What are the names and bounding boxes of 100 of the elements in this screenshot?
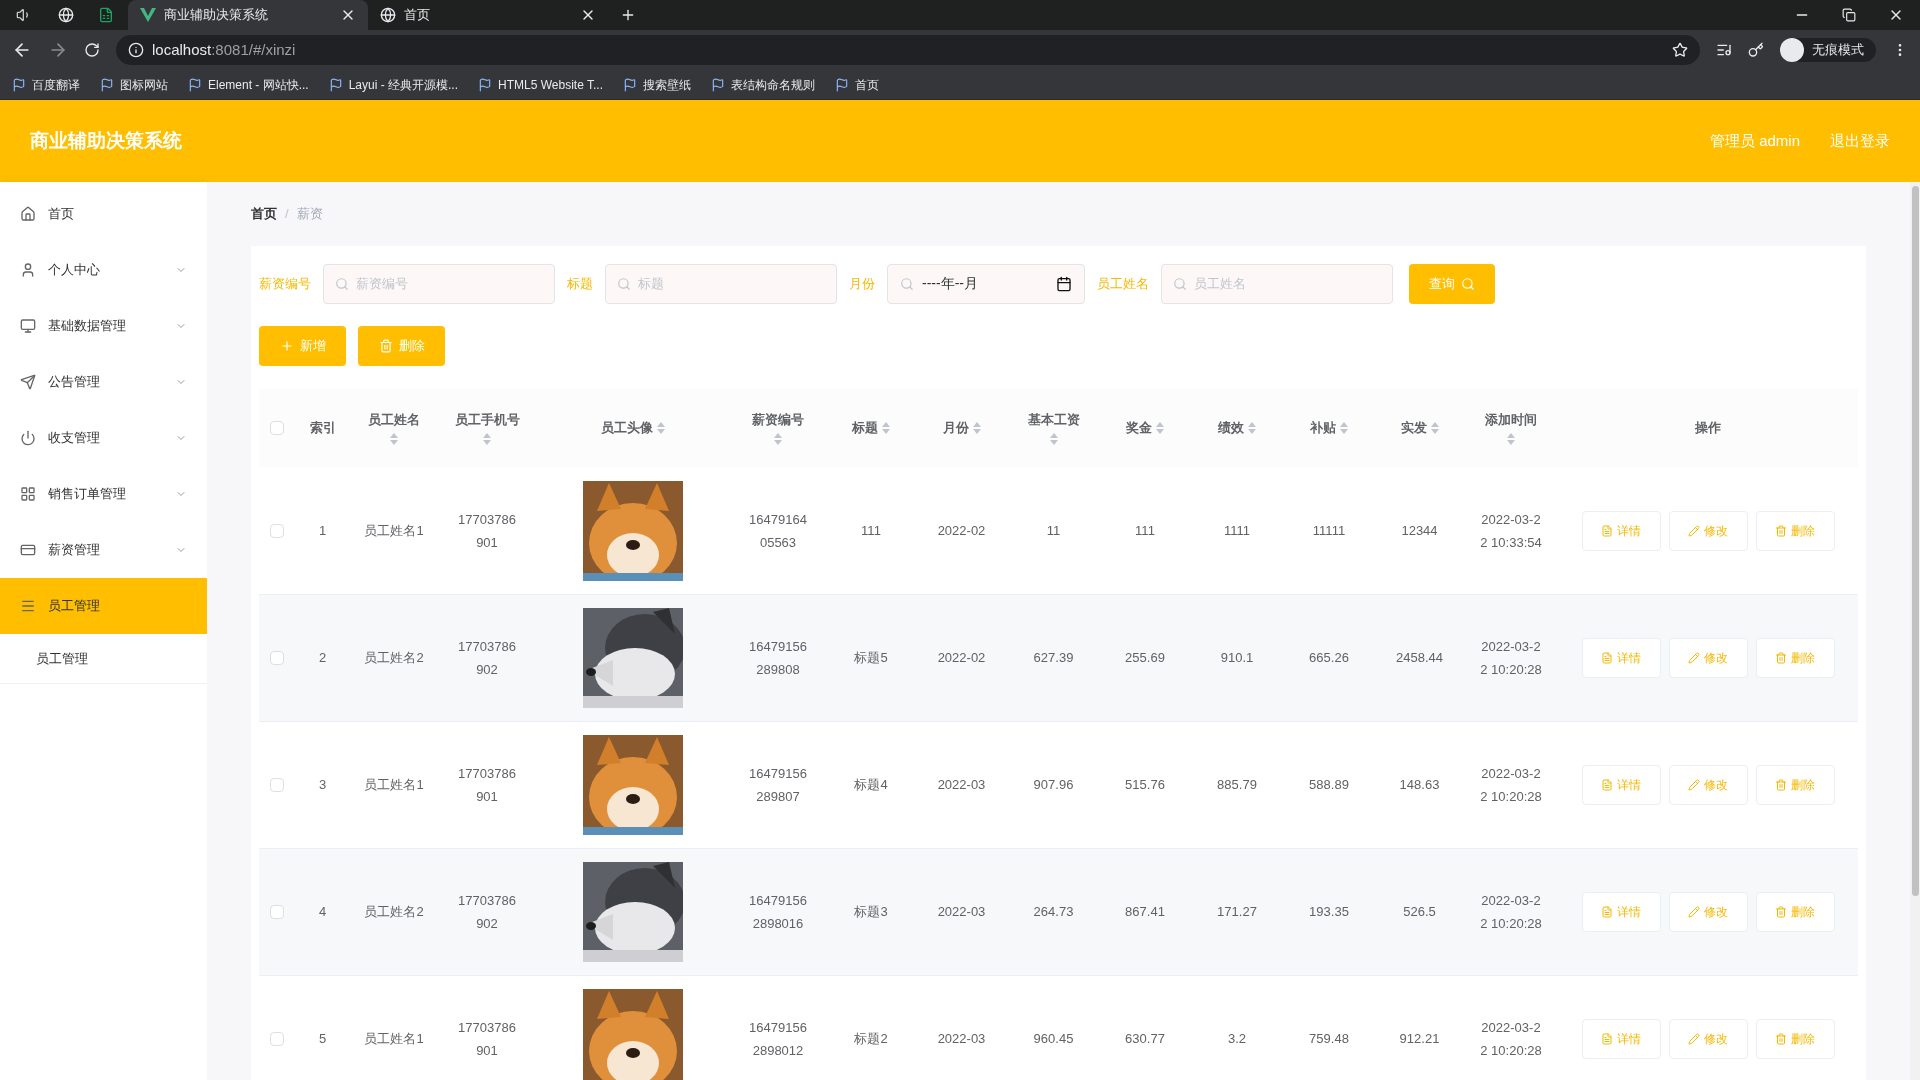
column-header[interactable]: 标题 — [827, 417, 915, 438]
column-header[interactable]: 补贴 — [1283, 417, 1375, 438]
table-cell-text: 标题5 — [854, 649, 888, 667]
table-cell-text: 16479156 2898016 — [749, 891, 807, 933]
column-header: 索引 — [308, 418, 337, 437]
table-cell-text: 员工姓名1 — [364, 776, 424, 794]
row-checkbox[interactable] — [270, 650, 284, 665]
row-checkbox[interactable] — [270, 523, 284, 538]
sort-icon[interactable] — [1507, 433, 1515, 446]
bookmark[interactable]: 表结构命名规则 — [711, 75, 815, 94]
search-field[interactable]: 标题 — [605, 263, 837, 304]
browser-tab[interactable]: 商业辅助决策系统 — [128, 0, 368, 30]
table-cell-text: 2022-02 — [937, 649, 986, 667]
bookmark[interactable]: 百度翻译 — [12, 75, 80, 94]
monitor-icon — [20, 318, 36, 334]
table-cell-text: 264.73 — [1033, 903, 1074, 921]
table-cell-text: 526.5 — [1403, 903, 1436, 921]
column-header[interactable]: 添加时间 — [1464, 409, 1558, 446]
sort-icon[interactable] — [774, 433, 782, 446]
sidebar-item[interactable]: 销售订单管理 — [0, 466, 207, 522]
sort-icon[interactable] — [390, 433, 398, 446]
key-icon[interactable] — [1748, 42, 1764, 58]
restore-icon[interactable] — [1842, 8, 1856, 22]
sort-icon[interactable] — [656, 421, 665, 434]
bookmark[interactable]: 首页 — [835, 75, 879, 94]
sort-icon[interactable] — [1430, 421, 1439, 434]
sidebar-item[interactable]: 公告管理 — [0, 354, 207, 410]
table-cell-text: 16479164 05563 — [749, 510, 807, 552]
document-icon — [1601, 524, 1613, 537]
address-bar[interactable]: localhost:8081/#/xinzi — [116, 35, 1700, 65]
table-cell-text: 912.21 — [1399, 1030, 1440, 1048]
sheet-icon[interactable] — [98, 7, 114, 23]
column-header[interactable]: 月份 — [915, 417, 1008, 438]
browser-tab[interactable]: 首页 — [368, 0, 608, 30]
breadcrumb-separator: / — [285, 205, 289, 223]
breadcrumb-link[interactable]: 首页 — [251, 204, 277, 224]
search-field[interactable]: 薪资编号 — [323, 263, 555, 304]
sidebar-item[interactable]: 员工管理 — [0, 578, 207, 634]
table-cell-text: 3.2 — [1227, 1030, 1247, 1048]
power-icon — [20, 430, 36, 446]
sidebar-item[interactable]: 首页 — [0, 186, 207, 242]
search-icon — [617, 276, 631, 291]
bookmark-icon — [478, 77, 493, 92]
month-field[interactable]: ----年--月 — [887, 263, 1085, 304]
plus-icon — [279, 338, 294, 353]
column-header[interactable]: 实发 — [1375, 417, 1464, 438]
sidebar-item[interactable]: 个人中心 — [0, 242, 207, 298]
column-header[interactable]: 员工头像 — [536, 417, 729, 438]
sidebar-item[interactable]: 收支管理 — [0, 410, 207, 466]
column-header[interactable]: 员工姓名 — [350, 409, 438, 446]
search-icon — [1173, 276, 1187, 291]
table-cell-text: 4 — [318, 903, 327, 921]
table-cell-text: 17703786 901 — [458, 764, 516, 806]
table-cell-text: 255.69 — [1125, 649, 1165, 667]
sort-icon[interactable] — [1248, 421, 1256, 434]
row-checkbox[interactable] — [270, 904, 284, 919]
table-cell-text: 2458.44 — [1396, 649, 1443, 667]
table-cell-text: 2022-03 — [937, 1030, 986, 1048]
sort-icon[interactable] — [483, 433, 491, 446]
table-cell-text: 867.41 — [1125, 903, 1165, 921]
star-icon[interactable] — [1672, 42, 1688, 58]
bookmark[interactable]: Element - 网站快... — [188, 75, 309, 94]
sidebar-item[interactable]: 薪资管理 — [0, 522, 207, 578]
table-cell-text: 960.45 — [1033, 1030, 1074, 1048]
bookmark-icon — [623, 77, 637, 92]
pencil-icon — [1688, 778, 1700, 791]
column-header[interactable]: 绩效 — [1191, 417, 1283, 438]
sort-icon[interactable] — [882, 421, 890, 434]
sort-icon[interactable] — [972, 421, 981, 434]
column-header[interactable]: 奖金 — [1099, 417, 1191, 438]
table-cell-text: 2022-03-2 2 10:20:28 — [1480, 1018, 1542, 1060]
sort-icon[interactable] — [1340, 421, 1348, 434]
bookmark[interactable]: 图标网站 — [100, 75, 168, 94]
row-checkbox[interactable] — [270, 777, 284, 792]
scrollbar[interactable] — [1910, 182, 1920, 1080]
search-icon — [335, 276, 349, 291]
bookmark[interactable]: 搜索壁纸 — [623, 75, 691, 94]
new-tab-icon[interactable] — [620, 7, 636, 23]
table-cell-text: 17703786 901 — [458, 1018, 516, 1060]
table-cell-text: 171.27 — [1217, 903, 1257, 921]
column-header[interactable]: 薪资编号 — [729, 409, 827, 446]
reload-icon[interactable] — [84, 42, 100, 58]
bookmark[interactable]: Layui - 经典开源模... — [328, 75, 459, 94]
sort-icon[interactable] — [1156, 421, 1164, 434]
send-icon — [20, 374, 36, 390]
media-icon[interactable] — [1716, 42, 1732, 58]
profile-chip[interactable]: 无痕模式 — [1780, 38, 1876, 62]
column-header[interactable]: 员工手机号 — [438, 409, 536, 446]
row-checkbox[interactable] — [270, 1031, 284, 1046]
table-cell-text: 111 — [1135, 522, 1155, 540]
globe-icon[interactable] — [58, 7, 74, 23]
bookmark[interactable]: HTML5 Website T... — [478, 75, 603, 94]
sidebar-item[interactable]: 基础数据管理 — [0, 298, 207, 354]
home-icon — [20, 206, 36, 222]
sort-icon[interactable] — [1049, 433, 1058, 446]
column-header[interactable]: 基本工资 — [1008, 409, 1099, 446]
table-cell-text: 665.26 — [1309, 649, 1349, 667]
table-cell-text: 2022-03 — [937, 903, 986, 921]
calendar-icon[interactable] — [1056, 275, 1072, 292]
select-all-checkbox[interactable] — [270, 420, 284, 435]
